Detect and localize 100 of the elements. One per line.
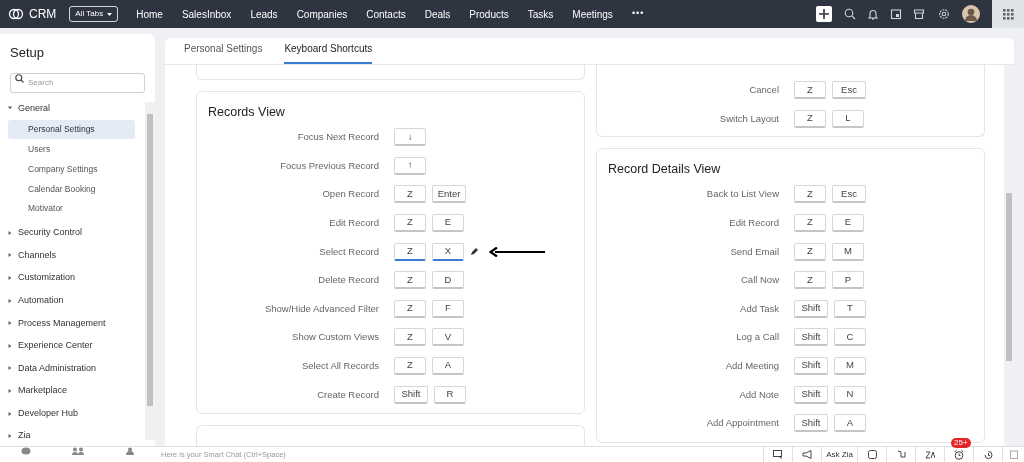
tree-item[interactable]: Security Control <box>0 221 141 245</box>
tree-item[interactable]: Personal Settings <box>8 119 135 140</box>
key: Esc <box>832 81 866 100</box>
tree-item[interactable]: Automation <box>0 289 141 312</box>
tree-item[interactable]: Zia <box>0 424 141 448</box>
note-icon[interactable] <box>867 450 877 459</box>
translate-icon[interactable] <box>925 450 935 459</box>
shortcut-label: Cancel <box>748 83 779 98</box>
add-icon[interactable] <box>816 6 832 22</box>
nav-tab[interactable]: Companies <box>296 6 348 22</box>
tree-item[interactable]: Motivator <box>8 198 135 219</box>
caret-icon <box>8 276 12 281</box>
tree-item[interactable]: Marketplace <box>0 379 141 403</box>
caret-icon <box>8 106 12 111</box>
search-field[interactable]: Search <box>10 72 145 93</box>
shortcut-label: Add Appointment <box>705 416 779 431</box>
key: Z <box>794 109 826 128</box>
calendar-icon[interactable] <box>890 8 902 20</box>
tab[interactable]: Personal Settings <box>184 37 263 64</box>
shortcut-label: Log a Call <box>735 330 779 345</box>
nav-tab[interactable]: Deals <box>424 6 451 22</box>
tree-item[interactable]: Customization <box>0 266 141 290</box>
caret-icon <box>8 434 12 439</box>
people-icon[interactable] <box>72 447 85 455</box>
key: Z <box>394 214 426 233</box>
key: Z <box>794 242 826 261</box>
apps-grid-icon[interactable] <box>1002 8 1014 20</box>
key: ↓ <box>394 128 426 147</box>
key: Z <box>794 185 826 204</box>
logo-icon <box>8 8 24 20</box>
nav-tab[interactable]: Home <box>136 6 163 22</box>
store-icon[interactable] <box>913 8 925 20</box>
section-heading: Records View <box>207 104 286 121</box>
pencil-icon[interactable] <box>470 247 478 256</box>
clipboard-icon[interactable] <box>1009 450 1018 459</box>
nav-tab[interactable]: Tasks <box>527 6 554 22</box>
shortcut-label: Show/Hide Advanced Filter <box>263 301 379 316</box>
tab[interactable]: Keyboard Shortcuts <box>284 37 373 64</box>
caret-icon <box>8 343 12 348</box>
shortcut-label: Show Custom Views <box>291 330 379 345</box>
tree-item[interactable]: Calendar Booking <box>8 179 135 199</box>
key: N <box>834 385 866 404</box>
brand-name: CRM <box>29 6 57 23</box>
caret-icon <box>8 321 12 326</box>
tree-item[interactable]: Developer Hub <box>0 402 141 425</box>
caret-icon <box>8 298 12 303</box>
tree-item[interactable]: Users <box>8 139 135 160</box>
tree-item[interactable]: Process Management <box>0 311 141 335</box>
key: X <box>432 242 464 261</box>
key: Shift <box>394 385 428 404</box>
avatar-icon[interactable] <box>962 5 980 23</box>
nav-tab[interactable]: Leads <box>250 6 278 22</box>
shortcut-label: Back to List View <box>705 187 779 202</box>
nav-tab[interactable]: Meetings <box>572 6 613 22</box>
search-icon <box>15 73 24 83</box>
key: E <box>832 214 864 233</box>
key: Z <box>794 271 826 290</box>
tree-item[interactable]: Company Settings <box>8 159 135 179</box>
person-icon[interactable] <box>126 447 135 455</box>
shortcut-label: Delete Record <box>317 273 379 288</box>
chat-bubble-icon[interactable] <box>20 447 31 455</box>
all-tabs-dropdown[interactable]: All Tabs <box>69 6 119 22</box>
key: L <box>832 109 864 128</box>
key: V <box>432 328 464 347</box>
settings-icon[interactable] <box>938 8 950 20</box>
more-button[interactable]: ••• <box>631 7 645 21</box>
scrollbar[interactable] <box>145 102 155 440</box>
key: M <box>834 357 866 376</box>
shortcut-label: Edit Record <box>328 215 379 230</box>
tree-item[interactable]: Channels <box>0 244 141 267</box>
key: Z <box>394 185 426 204</box>
key: A <box>432 357 464 376</box>
nav-tab[interactable]: Contacts <box>366 6 406 22</box>
shortcut-label: Select All Records <box>300 358 379 373</box>
bell-icon[interactable] <box>867 8 879 20</box>
tree-item[interactable]: Data Administration <box>0 357 141 380</box>
ask-zia-button[interactable]: Ask Zia <box>826 448 853 461</box>
nav-tab[interactable]: Products <box>469 6 509 22</box>
tree-item[interactable]: General <box>0 97 141 120</box>
chat-icon[interactable] <box>773 450 783 459</box>
scrollbar[interactable] <box>1004 65 1014 446</box>
shortcut-label: Send Email <box>729 244 779 259</box>
key: T <box>834 299 866 318</box>
search-icon[interactable] <box>844 8 856 20</box>
tree-item[interactable]: Experience Center <box>0 334 141 358</box>
key: Z <box>394 242 426 261</box>
history-icon[interactable] <box>983 449 993 460</box>
nav-tab[interactable]: SalesInbox <box>181 6 232 22</box>
key: C <box>834 328 866 347</box>
caret-icon <box>8 253 12 258</box>
alarm-clock-icon[interactable] <box>954 449 964 460</box>
caret-icon <box>8 389 12 394</box>
notification-badge: 25+ <box>951 438 971 448</box>
key: Z <box>794 214 826 233</box>
shortcut-label: Add Meeting <box>724 358 779 373</box>
caret-icon <box>8 230 12 235</box>
shortcut-label: Create Record <box>316 387 379 402</box>
caret-icon <box>107 12 113 16</box>
megaphone-icon[interactable] <box>802 450 812 459</box>
key: Shift <box>794 357 828 376</box>
